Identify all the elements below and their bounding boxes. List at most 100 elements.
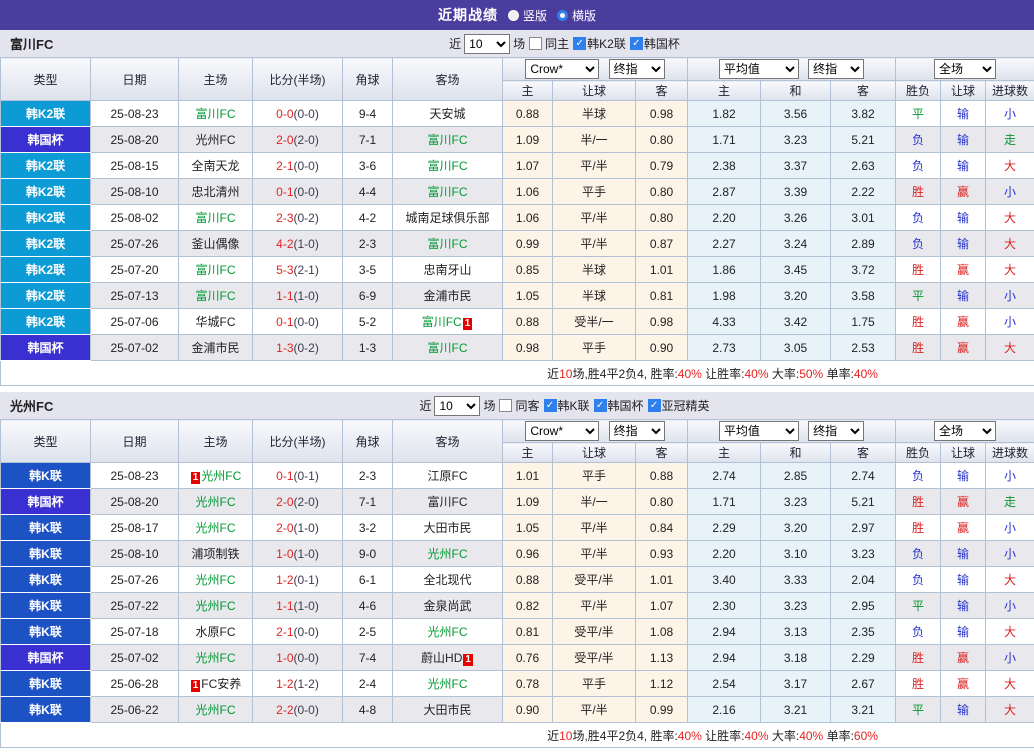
- halftime-score: (0-0): [294, 315, 319, 329]
- league-filter-checkbox[interactable]: ✓韩国杯: [594, 397, 644, 414]
- result-handicap: 赢: [941, 645, 986, 671]
- table-row: 韩K2联25-08-23富川FC0-0(0-0)9-4天安城0.88半球0.98…: [1, 101, 1034, 127]
- stat-value: 40%: [745, 367, 769, 381]
- col-avg-away: 客: [831, 81, 896, 101]
- away-team: 蔚山HD1: [393, 645, 503, 671]
- odds-home: 1.05: [503, 283, 553, 309]
- corner-count: 7-4: [343, 645, 393, 671]
- halftime-score: (0-0): [294, 107, 319, 121]
- corner-count: 6-1: [343, 567, 393, 593]
- same-venue-checkbox[interactable]: 同主: [529, 35, 569, 52]
- result-handicap: 输: [941, 463, 986, 489]
- stat-value: 10: [559, 367, 572, 381]
- away-team: 富川FC: [393, 127, 503, 153]
- odds-away: 0.80: [636, 179, 688, 205]
- recent-count-select[interactable]: 10: [464, 34, 510, 54]
- halftime-score: (2-0): [294, 133, 319, 147]
- away-team: 富川FC: [393, 489, 503, 515]
- europe-time-select[interactable]: 终指: [808, 59, 864, 79]
- odds-away: 0.87: [636, 231, 688, 257]
- match-scope-select[interactable]: 全场: [934, 421, 996, 441]
- home-team: 光州FC: [179, 697, 253, 723]
- result-goals: 小: [986, 593, 1034, 619]
- stat-value: 40%: [745, 729, 769, 743]
- away-team: 大田市民: [393, 697, 503, 723]
- result-handicap: 输: [941, 205, 986, 231]
- avg-home: 1.86: [688, 257, 761, 283]
- recent-count-select[interactable]: 10: [434, 396, 480, 416]
- col-away: 客场: [393, 420, 503, 463]
- league-filter-checkbox[interactable]: ✓亚冠精英: [648, 397, 710, 414]
- league-filter-checkbox[interactable]: ✓韩K2联: [573, 35, 626, 52]
- team-name: FC安养: [201, 677, 241, 691]
- corner-count: 4-8: [343, 697, 393, 723]
- stat-text: 大率:: [769, 367, 800, 381]
- odds-time-select[interactable]: 终指: [609, 421, 665, 441]
- result-outcome: 平: [896, 697, 941, 723]
- halftime-score: (0-0): [294, 625, 319, 639]
- col-result-goals: 进球数: [986, 81, 1034, 101]
- odds-away: 0.80: [636, 205, 688, 231]
- europe-avg-select[interactable]: 平均值: [719, 59, 799, 79]
- layout-radio-horizontal[interactable]: 横版: [557, 7, 596, 24]
- col-home: 主场: [179, 58, 253, 101]
- avg-home: 2.87: [688, 179, 761, 205]
- checkbox-checked-icon: ✓: [630, 37, 643, 50]
- team-name: 江原FC: [428, 469, 468, 483]
- avg-home: 2.38: [688, 153, 761, 179]
- team-name: 光州FC: [196, 703, 236, 717]
- avg-home: 2.74: [688, 463, 761, 489]
- avg-away: 3.23: [831, 541, 896, 567]
- result-handicap: 赢: [941, 179, 986, 205]
- checkbox-unchecked-icon: [529, 37, 542, 50]
- result-handicap: 赢: [941, 489, 986, 515]
- stats-summary: 近10场,胜4平2负4, 胜率:40% 让胜率:40% 大率:50% 单率:40…: [1, 361, 1034, 386]
- radio-selected-icon: [508, 10, 519, 21]
- match-date: 25-08-20: [91, 127, 179, 153]
- result-goals: 大: [986, 231, 1034, 257]
- match-date: 25-06-28: [91, 671, 179, 697]
- team-name: 全北现代: [423, 573, 471, 587]
- odds-away: 0.80: [636, 489, 688, 515]
- result-goals: 大: [986, 257, 1034, 283]
- match-type-badge: 韩K2联: [1, 231, 91, 257]
- col-corner: 角球: [343, 420, 393, 463]
- match-scope-select[interactable]: 全场: [934, 59, 996, 79]
- away-team: 光州FC: [393, 541, 503, 567]
- league-filter-checkbox[interactable]: ✓韩国杯: [630, 35, 680, 52]
- league-filter-checkbox[interactable]: ✓韩K联: [544, 397, 590, 414]
- avg-home: 2.20: [688, 205, 761, 231]
- odds-handicap: 半球: [553, 101, 636, 127]
- odds-time-select[interactable]: 终指: [609, 59, 665, 79]
- home-team: 1FC安养: [179, 671, 253, 697]
- europe-time-select[interactable]: 终指: [808, 421, 864, 441]
- col-date: 日期: [91, 58, 179, 101]
- fulltime-score: 1-1: [276, 599, 293, 613]
- result-goals: 大: [986, 619, 1034, 645]
- table-row: 韩K联25-07-26光州FC1-2(0-1)6-1全北现代0.88受平/半1.…: [1, 567, 1034, 593]
- avg-draw: 3.10: [761, 541, 831, 567]
- match-date: 25-08-02: [91, 205, 179, 231]
- odds-company-select[interactable]: Crow*: [525, 421, 599, 441]
- away-team: 金泉尚武: [393, 593, 503, 619]
- table-row: 韩K联25-08-231光州FC0-1(0-1)2-3江原FC1.01平手0.8…: [1, 463, 1034, 489]
- match-score: 1-3(0-2): [253, 335, 343, 361]
- odds-company-select[interactable]: Crow*: [525, 59, 599, 79]
- match-date: 25-08-15: [91, 153, 179, 179]
- result-handicap: 输: [941, 127, 986, 153]
- table-row: 韩K2联25-08-15全南天龙2-1(0-0)3-6富川FC1.07平/半0.…: [1, 153, 1034, 179]
- result-handicap: 输: [941, 593, 986, 619]
- col-score: 比分(半场): [253, 58, 343, 101]
- europe-avg-select[interactable]: 平均值: [719, 421, 799, 441]
- match-type-badge: 韩K2联: [1, 257, 91, 283]
- corner-count: 9-0: [343, 541, 393, 567]
- halftime-score: (2-0): [294, 495, 319, 509]
- layout-radio-vertical[interactable]: 竖版: [508, 7, 547, 24]
- team-name: 忠南牙山: [423, 263, 471, 277]
- same-venue-checkbox[interactable]: 同客: [499, 397, 539, 414]
- games-label: 场: [483, 397, 495, 414]
- avg-away: 3.72: [831, 257, 896, 283]
- match-type-badge: 韩K2联: [1, 283, 91, 309]
- red-card-badge: 1: [463, 654, 473, 666]
- corner-count: 7-1: [343, 489, 393, 515]
